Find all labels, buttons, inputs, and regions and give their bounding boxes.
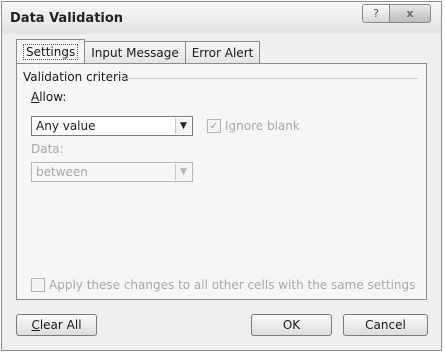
allow-label-text: llow:	[39, 90, 67, 104]
tab-strip: Settings Input Message Error Alert	[16, 39, 261, 65]
ignore-blank-checkbox[interactable]: ✓ Ignore blank	[207, 119, 300, 133]
apply-all-label: Apply these changes to all other cells w…	[49, 278, 416, 292]
help-icon: ?	[373, 7, 379, 20]
tab-input-message-label: Input Message	[91, 45, 179, 60]
help-button[interactable]: ?	[362, 4, 390, 23]
data-label: Data:	[31, 142, 64, 156]
clear-all-accel-key: C	[31, 318, 40, 332]
checkbox-box	[31, 278, 45, 292]
allow-label: Allow:	[31, 90, 66, 104]
checkmark-icon: ✓	[207, 119, 221, 133]
apply-all-checkbox[interactable]: Apply these changes to all other cells w…	[31, 278, 415, 292]
chevron-down-icon[interactable]: ▼	[175, 118, 191, 134]
data-select-value: between	[36, 165, 88, 179]
allow-accel-key: A	[31, 90, 40, 104]
clear-all-label: lear All	[39, 318, 82, 332]
allow-select-value: Any value	[36, 119, 96, 133]
clear-all-button[interactable]: Clear All	[16, 314, 97, 336]
tab-settings-label: Settings	[23, 43, 79, 60]
chevron-down-icon[interactable]: ▼	[175, 164, 191, 180]
tab-error-alert-label: Error Alert	[191, 45, 254, 60]
cancel-button[interactable]: Cancel	[343, 314, 428, 336]
tab-settings[interactable]: Settings	[16, 39, 86, 63]
ok-button[interactable]: OK	[251, 314, 332, 336]
validation-criteria-label: Validation criteria	[23, 70, 133, 84]
data-validation-dialog: Data Validation ? x Settings Input Messa…	[1, 1, 442, 351]
ignore-blank-label: Ignore blank	[225, 119, 300, 133]
dialog-title: Data Validation	[10, 11, 124, 26]
tab-input-message[interactable]: Input Message	[84, 41, 186, 63]
close-icon: x	[406, 7, 414, 20]
tab-error-alert[interactable]: Error Alert	[184, 41, 261, 63]
close-button[interactable]: x	[390, 4, 431, 23]
settings-panel: Validation criteria Allow: Any value ▼ ✓…	[16, 63, 427, 300]
group-divider	[121, 78, 418, 79]
dialog-body: Settings Input Message Error Alert Valid…	[2, 34, 441, 350]
allow-select[interactable]: Any value ▼	[31, 116, 193, 136]
title-bar[interactable]: Data Validation ? x	[2, 2, 441, 34]
data-select[interactable]: between ▼	[31, 162, 193, 182]
window-controls: ? x	[362, 4, 431, 23]
